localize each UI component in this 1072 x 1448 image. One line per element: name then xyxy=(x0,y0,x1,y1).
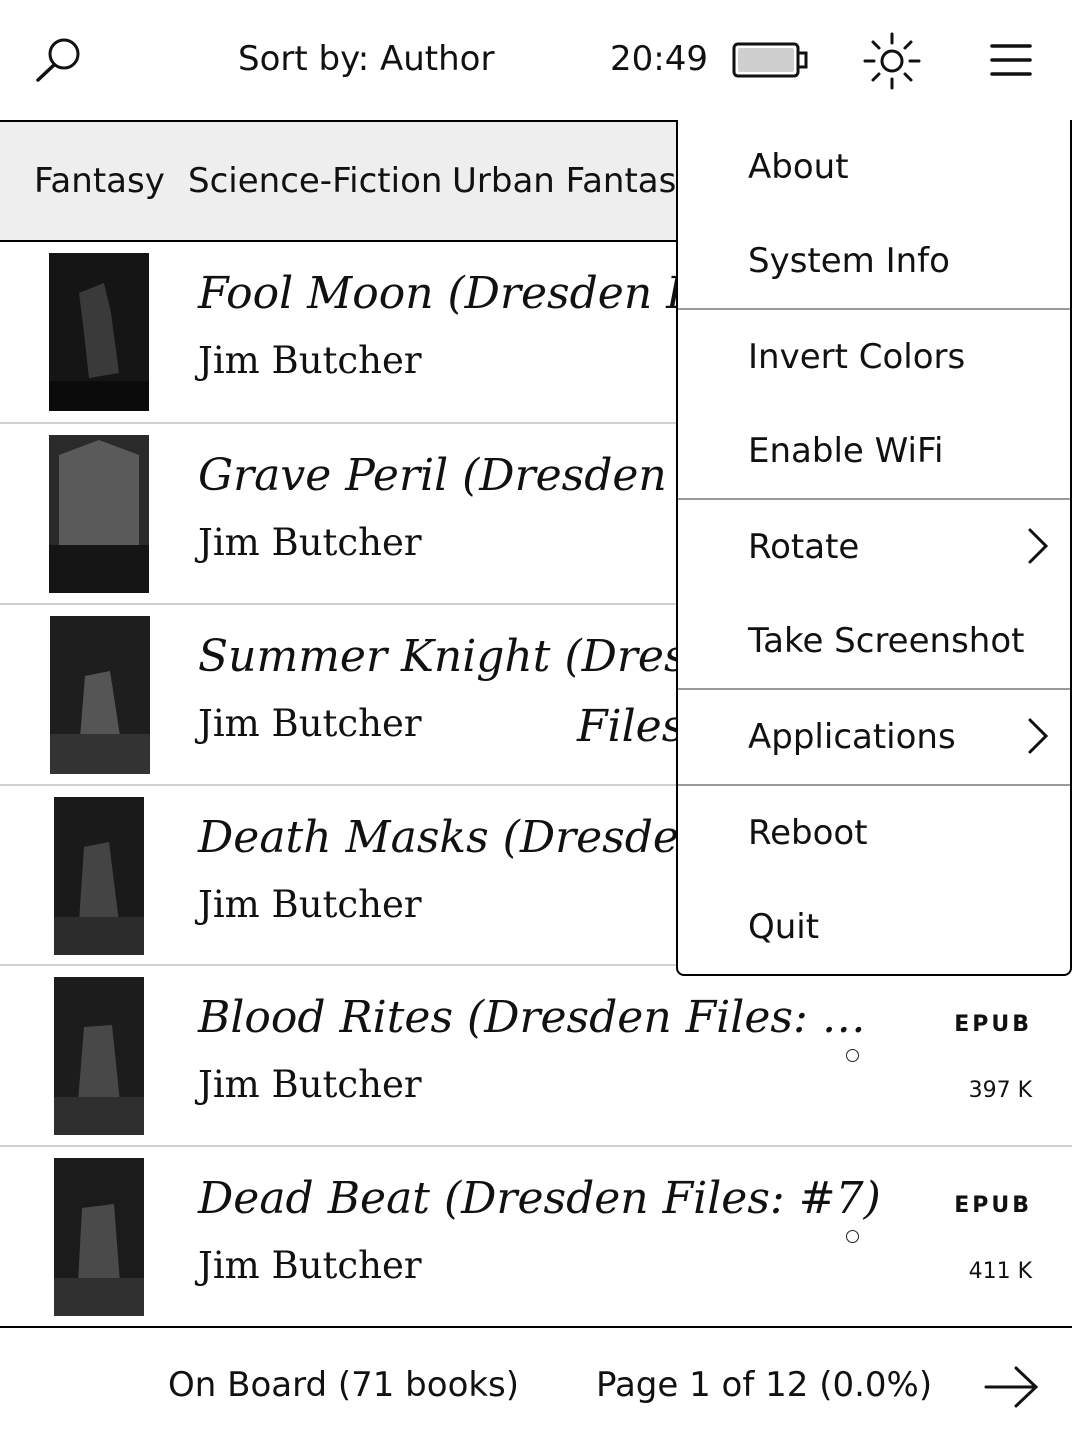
menu-item-label: Quit xyxy=(748,907,820,947)
chevron-right-icon xyxy=(1026,526,1050,566)
sun-icon[interactable] xyxy=(862,32,922,90)
book-author: Jim Butcher xyxy=(198,1244,422,1287)
book-row[interactable]: Blood Rites (Dresden Files: … Jim Butche… xyxy=(0,966,1072,1147)
menu-item-label: About xyxy=(748,147,849,187)
book-size: 397 K xyxy=(968,1078,1032,1103)
book-title: Blood Rites (Dresden Files: … xyxy=(198,992,866,1043)
book-author: Jim Butcher xyxy=(198,1063,422,1106)
book-author: Jim Butcher xyxy=(198,702,422,745)
hamburger-menu-icon[interactable] xyxy=(988,40,1034,80)
book-format: EPUB xyxy=(954,1012,1032,1037)
book-cover xyxy=(54,797,144,955)
book-format: EPUB xyxy=(954,1193,1032,1218)
menu-item-system-info[interactable]: System Info xyxy=(678,214,1070,308)
search-icon[interactable] xyxy=(34,36,84,82)
menu-item-label: Invert Colors xyxy=(748,337,966,377)
bottom-bar: On Board (71 books) Page 1 of 12 (0.0%) xyxy=(0,1328,1072,1448)
arrow-right-icon[interactable] xyxy=(982,1362,1042,1412)
menu-item-invert-colors[interactable]: Invert Colors xyxy=(678,310,1070,404)
page-indicator[interactable]: Page 1 of 12 (0.0%) xyxy=(596,1362,932,1408)
menu-item-label: Reboot xyxy=(748,813,868,853)
menu-item-rotate[interactable]: Rotate xyxy=(678,500,1070,594)
category-fantasy[interactable]: Fantasy xyxy=(34,158,165,204)
menu-item-applications[interactable]: Applications xyxy=(678,690,1070,784)
menu-item-take-screenshot[interactable]: Take Screenshot xyxy=(678,594,1070,688)
menu-item-label: Take Screenshot xyxy=(748,621,1025,661)
book-cover xyxy=(49,253,149,411)
menu-item-reboot[interactable]: Reboot xyxy=(678,786,1070,880)
clock: 20:49 xyxy=(610,39,708,79)
category-urban-fantasy[interactable]: Urban Fantasy xyxy=(452,158,696,204)
menu-item-about[interactable]: About xyxy=(678,120,1070,214)
book-cover xyxy=(54,977,144,1135)
menu-item-label: Enable WiFi xyxy=(748,431,944,471)
menu-item-quit[interactable]: Quit xyxy=(678,880,1070,974)
book-cover xyxy=(49,435,149,593)
battery-icon[interactable] xyxy=(732,40,812,80)
chevron-right-icon xyxy=(1026,716,1050,756)
book-author: Jim Butcher xyxy=(198,339,422,382)
main-menu-popup: About System Info Invert Colors Enable W… xyxy=(676,120,1072,976)
reading-status-indicator xyxy=(846,1230,859,1243)
book-title: Dead Beat (Dresden Files: #7) xyxy=(198,1173,881,1224)
book-row[interactable]: Dead Beat (Dresden Files: #7) Jim Butche… xyxy=(0,1147,1072,1328)
sort-selector[interactable]: Sort by: Author xyxy=(238,36,494,82)
menu-item-label: System Info xyxy=(748,241,950,281)
top-bar: Sort by: Author 20:49 xyxy=(0,0,1072,120)
book-size: 411 K xyxy=(968,1259,1032,1284)
book-author: Jim Butcher xyxy=(198,521,422,564)
library-location[interactable]: On Board (71 books) xyxy=(168,1362,519,1408)
menu-item-label: Applications xyxy=(748,717,956,757)
category-science-fiction[interactable]: Science-Fiction xyxy=(188,158,442,204)
book-author: Jim Butcher xyxy=(198,883,422,926)
menu-item-label: Rotate xyxy=(748,527,860,567)
reading-status-indicator xyxy=(846,1049,859,1062)
book-cover xyxy=(54,1158,144,1316)
book-cover xyxy=(50,616,150,774)
menu-item-enable-wifi[interactable]: Enable WiFi xyxy=(678,404,1070,498)
